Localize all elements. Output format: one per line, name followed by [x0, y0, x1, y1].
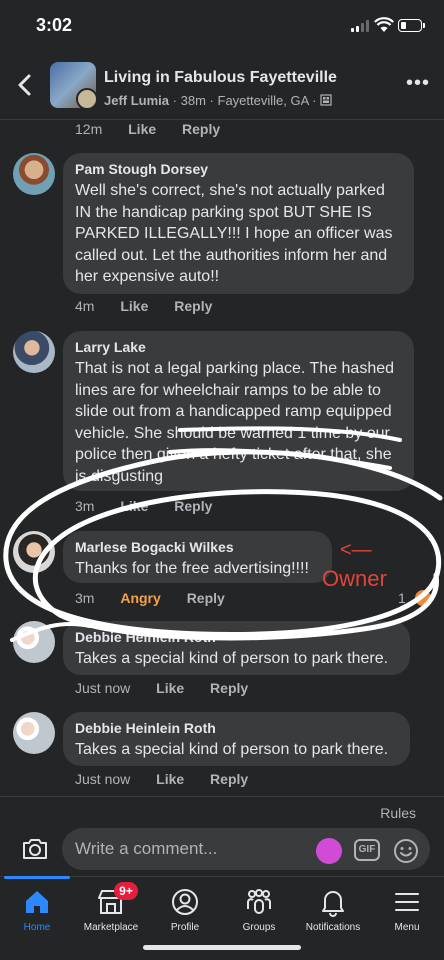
annotation-arrow: <— — [340, 539, 372, 561]
emoji-icon[interactable] — [393, 838, 419, 864]
status-time: 3:02 — [36, 15, 73, 35]
comment-time: 4m — [75, 298, 95, 314]
avatar[interactable] — [13, 331, 55, 373]
battery-icon — [398, 19, 425, 32]
gif-button[interactable]: GIF — [354, 839, 380, 861]
cellular-signal-icon — [351, 20, 371, 32]
annotation-owner-label: Owner — [322, 566, 387, 591]
marketplace-badge: 9+ — [114, 882, 138, 900]
comment-author[interactable]: Debbie Heinlein Roth — [75, 720, 398, 736]
tab-menu[interactable]: Menu — [370, 877, 444, 937]
comment-actions: 3m Angry Reply — [75, 590, 247, 606]
comment-actions: Just now Like Reply — [75, 680, 270, 696]
comment-text: Takes a special kind of person to park t… — [75, 741, 389, 758]
avatar[interactable] — [13, 621, 55, 663]
reply-button[interactable]: Reply — [174, 498, 212, 514]
reply-button[interactable]: Reply — [210, 680, 248, 696]
wifi-icon — [374, 17, 394, 32]
home-icon — [26, 891, 48, 913]
comment-actions: 4m Like Reply — [75, 298, 234, 314]
tab-profile[interactable]: Profile — [148, 877, 222, 937]
bell-icon — [322, 891, 344, 917]
avatar[interactable] — [13, 531, 55, 573]
group-privacy-icon — [320, 94, 332, 106]
tab-marketplace[interactable]: 9+ Marketplace — [74, 877, 148, 937]
comment-bubble: Marlese Bogacki Wilkes Thanks for the fr… — [63, 531, 332, 583]
post-time: 38m — [180, 93, 206, 108]
reply-button[interactable]: Reply — [210, 771, 248, 787]
comment-time: Just now — [75, 680, 131, 696]
back-arrow-icon[interactable] — [12, 72, 38, 98]
group-avatar[interactable] — [50, 62, 96, 108]
reply-button[interactable]: Reply — [182, 121, 220, 137]
rules-row: Rules — [0, 796, 444, 826]
angry-reaction-icon — [413, 588, 433, 608]
comment-time: 3m — [75, 590, 95, 606]
reply-button[interactable]: Reply — [174, 298, 212, 314]
angry-reaction-button[interactable]: Angry — [120, 590, 160, 606]
comment-actions: Just now Like Reply — [75, 771, 270, 787]
reply-button[interactable]: Reply — [187, 590, 225, 606]
post-header: Living in Fabulous Fayetteville Jeff Lum… — [0, 50, 444, 120]
tab-notifications[interactable]: Notifications — [296, 877, 370, 937]
like-button[interactable]: Like — [120, 298, 148, 314]
like-button[interactable]: Like — [156, 771, 184, 787]
menu-icon — [395, 893, 419, 911]
comment-actions: 3m Like Reply — [75, 498, 234, 514]
reaction-count: 1 — [398, 590, 406, 606]
comment-author[interactable]: Debbie Heinlein Roth — [75, 629, 398, 645]
post-subtitle: Jeff Lumia · 38m · Fayetteville, GA · — [104, 93, 332, 108]
more-options-icon[interactable]: ••• — [406, 72, 430, 95]
tab-home[interactable]: Home — [0, 876, 74, 937]
comment-composer: GIF — [0, 826, 444, 874]
comment-bubble: Pam Stough Dorsey Well she's correct, sh… — [63, 153, 414, 294]
comment-text: Thanks for the free advertising!!!! — [75, 560, 309, 577]
comment-time: Just now — [75, 771, 131, 787]
avatar[interactable] — [13, 712, 55, 754]
profile-icon — [172, 889, 198, 915]
avatar-sticker-icon[interactable] — [316, 838, 342, 864]
comment-time: 12m — [75, 121, 103, 137]
comment-text: That is not a legal parking place. The h… — [75, 360, 395, 485]
like-button[interactable]: Like — [156, 680, 184, 696]
author-avatar — [76, 88, 96, 108]
comment-bubble: Debbie Heinlein Roth Takes a special kin… — [63, 621, 410, 675]
comment-text: Well she's correct, she's not actually p… — [75, 182, 393, 285]
camera-icon[interactable] — [21, 837, 49, 861]
comment-author[interactable]: Larry Lake — [75, 339, 402, 355]
comment-actions: 12m Like Reply — [75, 121, 242, 137]
comment-bubble: Debbie Heinlein Roth Takes a special kin… — [63, 712, 410, 766]
group-title[interactable]: Living in Fabulous Fayetteville — [104, 69, 337, 87]
tab-groups[interactable]: Groups — [222, 877, 296, 937]
comment-time: 3m — [75, 498, 95, 514]
comment-text: Takes a special kind of person to park t… — [75, 650, 389, 667]
comment-bubble: Larry Lake That is not a legal parking p… — [63, 331, 414, 491]
like-button[interactable]: Like — [120, 498, 148, 514]
status-bar: 3:02 — [0, 0, 444, 50]
comment-author[interactable]: Marlese Bogacki Wilkes — [75, 539, 320, 555]
post-location: Fayetteville, GA — [217, 93, 309, 108]
avatar[interactable] — [13, 153, 55, 195]
rules-link[interactable]: Rules — [380, 805, 416, 821]
post-author[interactable]: Jeff Lumia — [104, 93, 169, 108]
home-indicator — [143, 945, 301, 950]
groups-icon — [247, 889, 271, 914]
like-button[interactable]: Like — [128, 121, 156, 137]
comment-author[interactable]: Pam Stough Dorsey — [75, 161, 402, 177]
